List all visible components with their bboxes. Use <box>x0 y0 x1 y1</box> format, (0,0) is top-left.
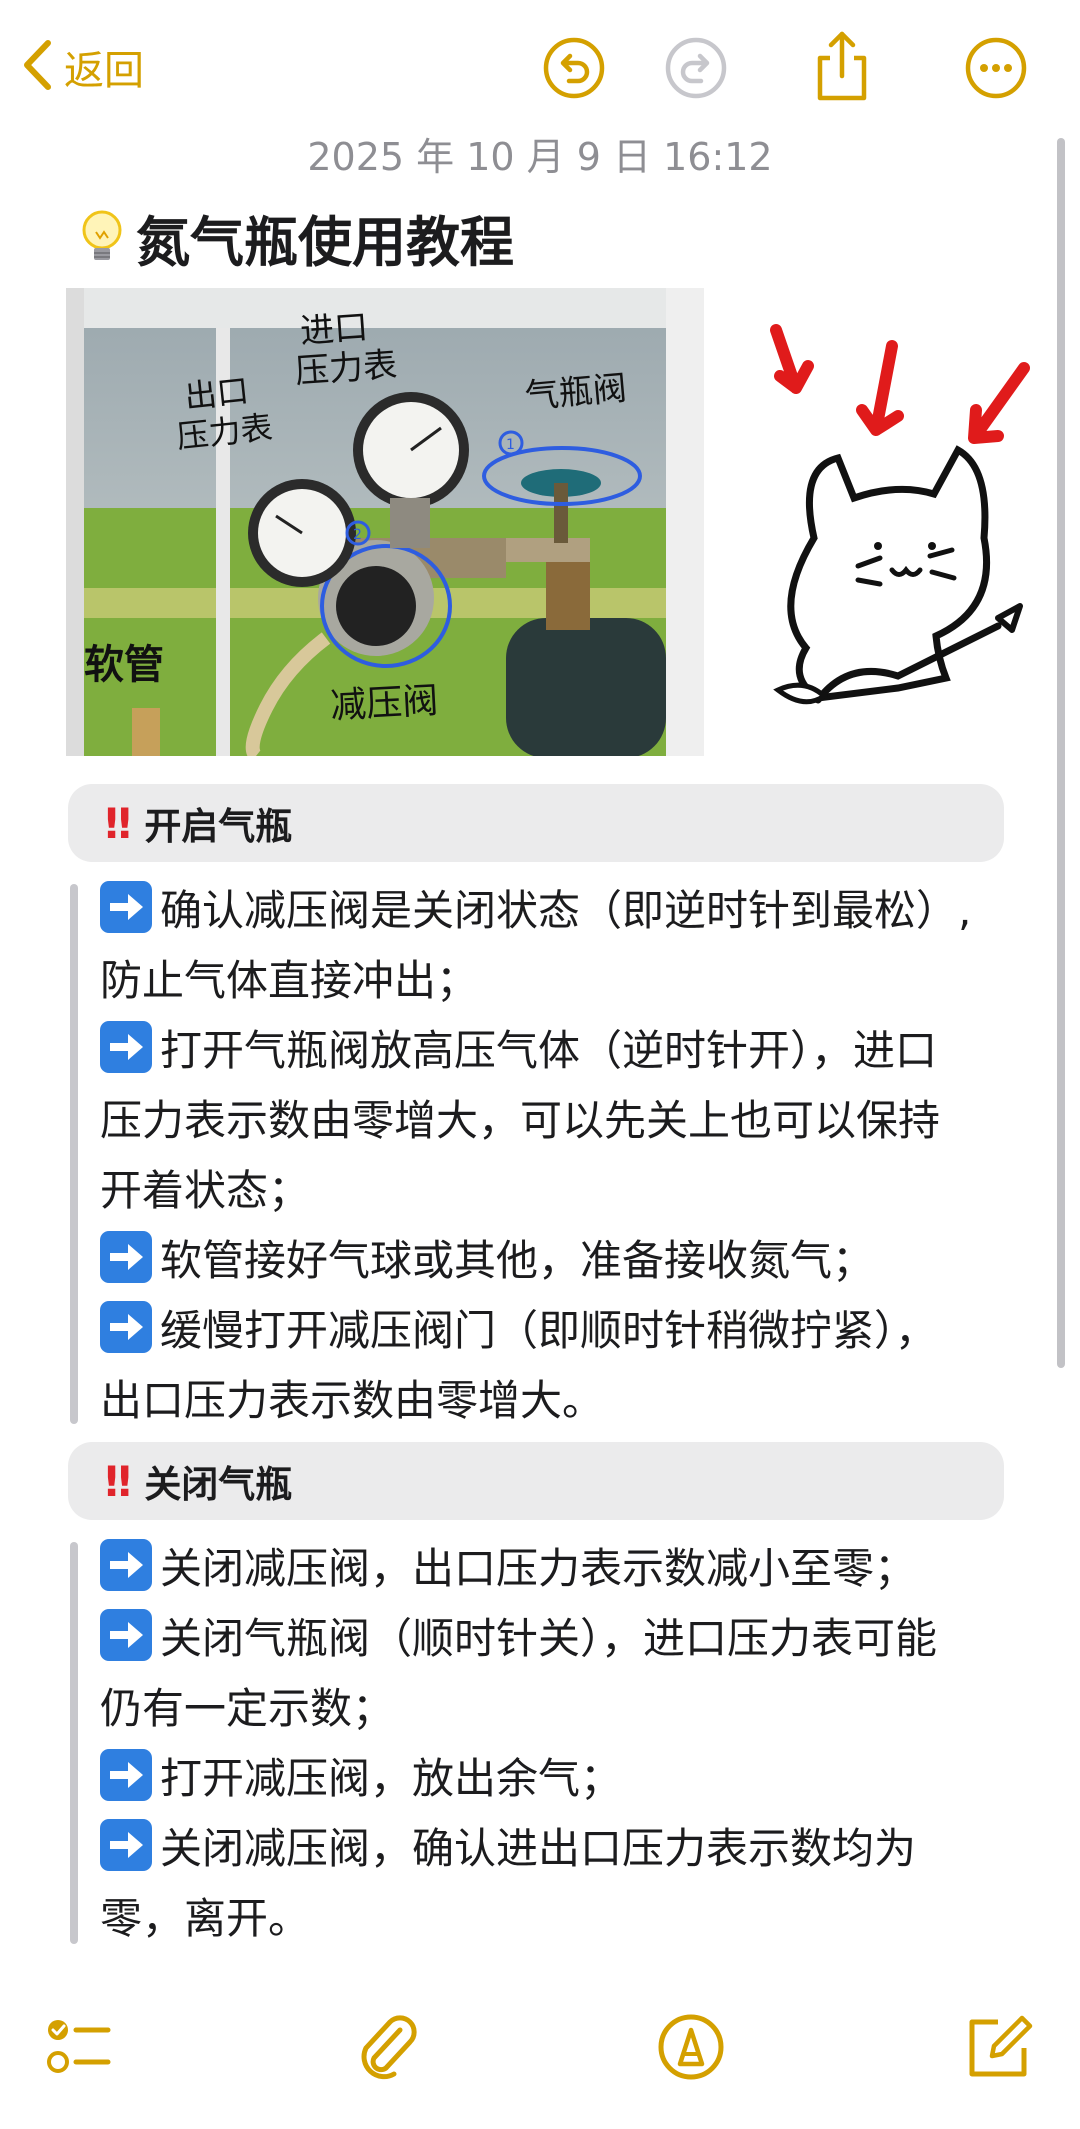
redo-button[interactable] <box>664 36 728 100</box>
instruction-line: 防止气体直接冲出； <box>100 946 1010 1016</box>
svg-text:压力表: 压力表 <box>294 345 399 392</box>
instruction-text: 压力表示数由零增大，可以先关上也可以保持 <box>100 1096 941 1145</box>
instruction-text: 关闭减压阀，出口压力表示数减小至零； <box>160 1544 917 1593</box>
reducer-valve-label: 减压阀 <box>329 680 439 727</box>
section-title-open: 开启气瓶 <box>144 805 293 848</box>
instruction-text: 确认减压阀是关闭状态（即逆时针到最松）, <box>160 886 972 935</box>
instruction-text: 软管接好气球或其他，准备接收氮气； <box>160 1236 875 1285</box>
instruction-text: 打开气瓶阀放高压气体（逆时针开），进口 <box>160 1026 938 1075</box>
right-arrow-emoji-icon <box>100 881 152 933</box>
right-arrow-emoji-icon <box>100 1609 152 1661</box>
undo-icon <box>543 37 605 99</box>
section-header-open: !! 开启气瓶 <box>68 784 1004 862</box>
double-exclamation-icon: !! <box>102 1456 134 1506</box>
instruction-line: 关闭减压阀，出口压力表示数减小至零； <box>100 1534 1010 1604</box>
section-title-close: 关闭气瓶 <box>144 1463 293 1506</box>
right-arrow-emoji-icon <box>100 1819 152 1871</box>
instruction-line: 关闭减压阀，确认进出口压力表示数均为 <box>100 1814 1010 1884</box>
quote-bar <box>70 1542 78 1944</box>
instruction-line: 关闭气瓶阀（顺时针关），进口压力表可能 <box>100 1604 1010 1674</box>
double-exclamation-icon: !! <box>102 798 134 848</box>
instruction-text: 关闭气瓶阀（顺时针关），进口压力表可能 <box>160 1614 938 1663</box>
quote-bar <box>70 884 78 1424</box>
markup-pen-icon <box>658 2014 724 2080</box>
redo-icon <box>665 37 727 99</box>
checklist-icon <box>47 2020 111 2073</box>
note-title: 氮气瓶使用教程 <box>136 211 514 274</box>
scrollbar[interactable] <box>1057 138 1065 1368</box>
section-body-close[interactable]: 关闭减压阀，出口压力表示数减小至零； 关闭气瓶阀（顺时针关），进口压力表可能仍有一… <box>100 1534 1010 1954</box>
chevron-left-icon <box>22 39 52 95</box>
note-date: 2025 年 10 月 9 日 16:12 <box>307 135 773 179</box>
more-button[interactable] <box>964 36 1028 100</box>
top-toolbar: 返回 <box>0 0 1080 130</box>
attach-button[interactable] <box>352 2012 422 2082</box>
markup-button[interactable] <box>656 2012 726 2082</box>
section-body-open[interactable]: 确认减压阀是关闭状态（即逆时针到最松）, 防止气体直接冲出； 打开气瓶阀放高压气体（… <box>100 876 1010 1436</box>
instruction-line: 确认减压阀是关闭状态（即逆时针到最松）, <box>100 876 1010 946</box>
instruction-text: 出口压力表示数由零增大。 <box>100 1376 605 1425</box>
section-header-close: !! 关闭气瓶 <box>68 1442 1004 1520</box>
right-arrow-emoji-icon <box>100 1301 152 1353</box>
share-icon <box>817 31 867 101</box>
instruction-line: 仍有一定示数； <box>100 1674 1010 1744</box>
instruction-line: 开着状态； <box>100 1156 1010 1226</box>
svg-text:1: 1 <box>506 437 515 453</box>
instruction-text: 缓慢打开减压阀门（即顺时针稍微拧紧）， <box>160 1306 938 1355</box>
instruction-text: 防止气体直接冲出； <box>100 956 479 1005</box>
instruction-text: 关闭减压阀，确认进出口压力表示数均为 <box>160 1824 917 1873</box>
right-arrow-emoji-icon <box>100 1231 152 1283</box>
inlet-gauge-label: 进口 <box>299 307 370 352</box>
instruction-text: 开着状态； <box>100 1166 311 1215</box>
instruction-line: 压力表示数由零增大，可以先关上也可以保持 <box>100 1086 1010 1156</box>
hose-label: 软管 <box>84 642 164 688</box>
instruction-line: 打开气瓶阀放高压气体（逆时针开），进口 <box>100 1016 1010 1086</box>
lightbulb-icon <box>82 210 122 260</box>
instruction-text: 仍有一定示数； <box>100 1684 395 1733</box>
note-title-row: 氮气瓶使用教程 <box>78 198 514 277</box>
gas-cylinder-photo[interactable]: 进口 压力表 出口 压力表 气瓶阀 软管 减压阀 1 2 <box>66 288 704 756</box>
right-arrow-emoji-icon <box>100 1021 152 1073</box>
back-button[interactable]: 返回 <box>22 38 144 96</box>
bottom-toolbar <box>0 1990 1080 2129</box>
instruction-line: 缓慢打开减压阀门（即顺时针稍微拧紧）， <box>100 1296 1010 1366</box>
instruction-line: 打开减压阀，放出余气； <box>100 1744 1010 1814</box>
compose-button[interactable] <box>964 2012 1034 2082</box>
right-arrow-emoji-icon <box>100 1749 152 1801</box>
cat-sticker[interactable] <box>758 318 1038 758</box>
checklist-button[interactable] <box>44 2012 114 2082</box>
instruction-line: 零，离开。 <box>100 1884 1010 1954</box>
back-label: 返回 <box>64 48 144 94</box>
right-arrow-emoji-icon <box>100 1539 152 1591</box>
paperclip-icon <box>361 2015 417 2080</box>
instruction-text: 零，离开。 <box>100 1894 311 1943</box>
more-icon <box>965 37 1027 99</box>
instruction-line: 出口压力表示数由零增大。 <box>100 1366 1010 1436</box>
instruction-line: 软管接好气球或其他，准备接收氮气； <box>100 1226 1010 1296</box>
compose-icon <box>969 2015 1033 2077</box>
outlet-gauge-label: 出口 <box>183 371 251 415</box>
share-button[interactable] <box>810 30 874 101</box>
undo-button[interactable] <box>542 36 606 100</box>
svg-text:2: 2 <box>353 527 362 543</box>
instruction-text: 打开减压阀，放出余气； <box>160 1754 623 1803</box>
